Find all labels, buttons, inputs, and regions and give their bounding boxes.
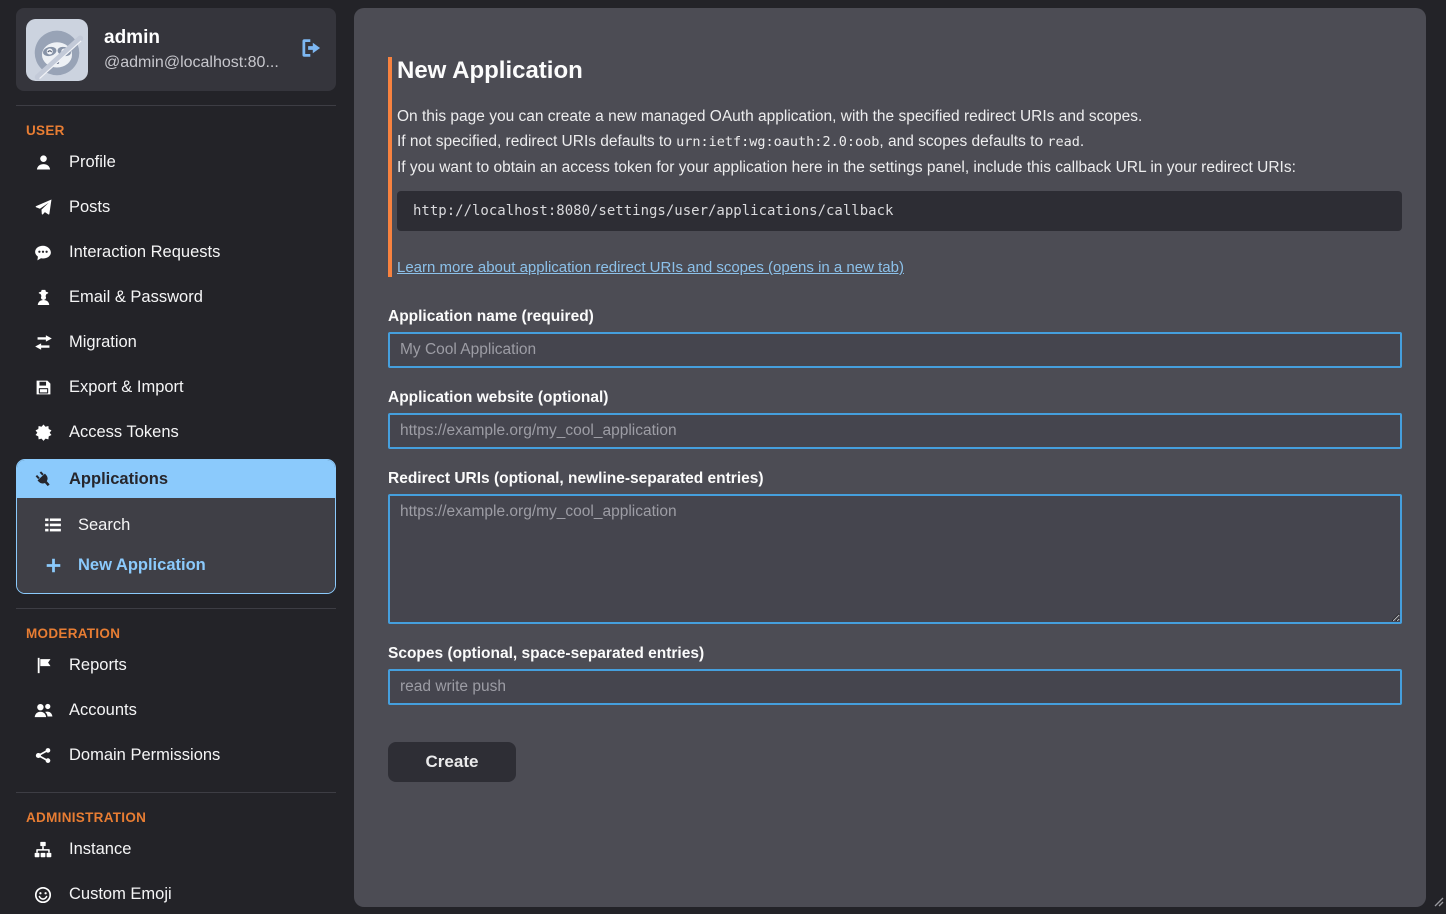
sidebar-item-email-password[interactable]: Email & Password	[16, 275, 336, 320]
learn-more-link[interactable]: Learn more about application redirect UR…	[397, 259, 904, 276]
sidebar-divider	[16, 792, 336, 793]
section-header-administration: ADMINISTRATION	[26, 810, 336, 825]
sidebar-item-profile[interactable]: Profile	[16, 140, 336, 185]
sidebar-item-label: Export & Import	[69, 378, 184, 397]
user-names: admin @admin@localhost:80...	[104, 25, 284, 75]
intro-line-3: If you want to obtain an access token fo…	[397, 155, 1402, 180]
sidebar-item-label: Migration	[69, 333, 137, 352]
sidebar-item-accounts[interactable]: Accounts	[16, 688, 336, 733]
page-title: New Application	[397, 57, 1402, 85]
sidebar-item-posts[interactable]: Posts	[16, 185, 336, 230]
user-icon	[33, 154, 53, 171]
flag-icon	[33, 657, 53, 674]
new-application-panel: New Application On this page you can cre…	[354, 8, 1426, 907]
sidebar-item-label: Instance	[69, 840, 131, 859]
section-header-moderation: MODERATION	[26, 626, 336, 641]
redirect-uris-textarea[interactable]	[388, 494, 1402, 624]
redirect-uris-label: Redirect URIs (optional, newline-separat…	[388, 470, 1402, 488]
sidebar-divider	[16, 608, 336, 609]
sidebar-item-label: Profile	[69, 153, 116, 172]
field-application-website: Application website (optional)	[388, 389, 1402, 449]
user-card[interactable]: admin @admin@localhost:80...	[16, 8, 336, 91]
inline-code-read: read	[1047, 134, 1080, 150]
plug-icon	[33, 471, 53, 488]
share-nodes-icon	[33, 747, 53, 764]
sidebar-item-instance[interactable]: Instance	[16, 827, 336, 872]
users-icon	[33, 701, 53, 720]
paper-plane-icon	[33, 199, 53, 216]
sidebar-item-export-import[interactable]: Export & Import	[16, 365, 336, 410]
settings-sidebar: admin @admin@localhost:80... USER Profil…	[0, 0, 354, 914]
sign-out-icon	[300, 37, 322, 62]
application-website-label: Application website (optional)	[388, 389, 1402, 407]
sidebar-group-applications: Applications Search New Application	[16, 459, 336, 594]
inline-code-oob: urn:ietf:wg:oauth:2.0:oob	[676, 134, 879, 150]
smile-icon	[33, 886, 53, 904]
application-name-input[interactable]	[388, 332, 1402, 368]
sidebar-item-label: Reports	[69, 656, 127, 675]
application-website-input[interactable]	[388, 413, 1402, 449]
list-icon	[43, 516, 63, 534]
create-button[interactable]: Create	[388, 742, 516, 782]
sidebar-item-label: Custom Emoji	[69, 885, 172, 904]
sidebar-divider	[16, 105, 336, 106]
sidebar-item-domain-permissions[interactable]: Domain Permissions	[16, 733, 336, 778]
username: admin	[104, 25, 284, 51]
sidebar-item-label: Posts	[69, 198, 110, 217]
user-secret-icon	[33, 289, 53, 306]
sidebar-item-applications[interactable]: Applications	[17, 460, 335, 498]
certificate-icon	[33, 424, 53, 441]
sidebar-item-label: Domain Permissions	[69, 746, 220, 765]
arrows-left-right-icon	[33, 333, 53, 352]
sidebar-item-interaction-requests[interactable]: Interaction Requests	[16, 230, 336, 275]
application-name-label: Application name (required)	[388, 308, 1402, 326]
new-application-form: Application name (required) Application …	[388, 308, 1402, 782]
sidebar-item-migration[interactable]: Migration	[16, 320, 336, 365]
field-application-name: Application name (required)	[388, 308, 1402, 368]
field-redirect-uris: Redirect URIs (optional, newline-separat…	[388, 470, 1402, 624]
intro-line-2: If not specified, redirect URIs defaults…	[397, 129, 1402, 155]
sidebar-item-access-tokens[interactable]: Access Tokens	[16, 410, 336, 455]
sidebar-item-label: New Application	[78, 556, 206, 575]
intro-text: On this page you can create a new manage…	[397, 104, 1402, 180]
sidebar-item-label: Applications	[69, 470, 168, 489]
page-header-block: New Application On this page you can cre…	[388, 57, 1402, 277]
sidebar-item-applications-search[interactable]: Search	[17, 505, 335, 545]
avatar	[26, 19, 88, 81]
intro-line-1: On this page you can create a new manage…	[397, 104, 1402, 129]
sidebar-item-applications-new[interactable]: New Application	[17, 545, 335, 585]
plus-icon	[43, 557, 63, 574]
applications-submenu: Search New Application	[17, 498, 335, 593]
sidebar-item-label: Search	[78, 516, 130, 535]
comment-dots-icon	[33, 244, 53, 262]
sidebar-item-label: Email & Password	[69, 288, 203, 307]
user-handle: @admin@localhost:80...	[104, 51, 284, 75]
field-scopes: Scopes (optional, space-separated entrie…	[388, 645, 1402, 705]
sidebar-item-reports[interactable]: Reports	[16, 643, 336, 688]
resize-grip[interactable]	[1432, 894, 1444, 912]
scopes-label: Scopes (optional, space-separated entrie…	[388, 645, 1402, 663]
section-header-user: USER	[26, 123, 336, 138]
sidebar-item-custom-emoji[interactable]: Custom Emoji	[16, 872, 336, 914]
sidebar-item-label: Accounts	[69, 701, 137, 720]
callback-url-code-block: http://localhost:8080/settings/user/appl…	[397, 191, 1402, 231]
logout-button[interactable]	[300, 37, 322, 62]
sidebar-item-label: Access Tokens	[69, 423, 179, 442]
floppy-disk-icon	[33, 379, 53, 396]
scopes-input[interactable]	[388, 669, 1402, 705]
sidebar-item-label: Interaction Requests	[69, 243, 220, 262]
sitemap-icon	[33, 841, 53, 859]
